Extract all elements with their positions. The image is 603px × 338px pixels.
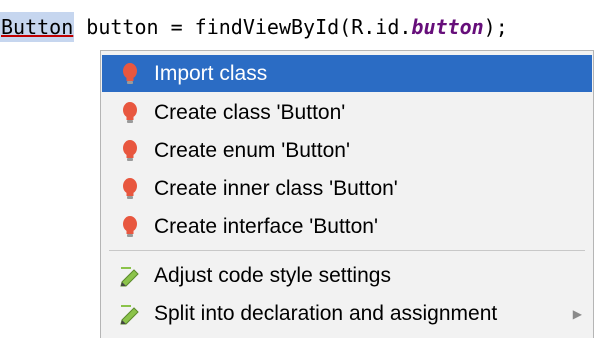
menu-item-label: Import class: [154, 61, 268, 85]
pencil-icon: [118, 264, 142, 288]
menu-item-label: Adjust code style settings: [154, 263, 391, 287]
menu-item-adjust-code-style[interactable]: Adjust code style settings: [102, 257, 592, 294]
submenu-arrow-icon: ▶: [572, 306, 582, 321]
menu-item-create-interface[interactable]: Create interface 'Button': [102, 208, 592, 245]
unresolved-type-token[interactable]: Button: [0, 12, 75, 42]
menu-item-label: Create interface 'Button': [154, 214, 378, 238]
menu-item-create-class[interactable]: Create class 'Button': [102, 94, 592, 131]
intention-actions-popup: Import class Create class 'Button' Creat…: [100, 50, 594, 338]
code-text: button = findViewById(R.id.: [74, 15, 412, 39]
menu-item-label: Create enum 'Button': [154, 138, 350, 162]
menu-item-label: Create class 'Button': [154, 100, 346, 124]
bulb-icon: [118, 62, 142, 86]
menu-item-label: Create inner class 'Button': [154, 176, 398, 200]
code-line: Button button = findViewById(R.id.button…: [0, 12, 603, 42]
menu-item-create-enum[interactable]: Create enum 'Button': [102, 132, 592, 169]
bulb-icon: [118, 101, 142, 125]
menu-item-import-class[interactable]: Import class: [102, 55, 592, 92]
menu-item-split-declaration[interactable]: Split into declaration and assignment ▶: [102, 295, 592, 332]
field-token: button: [411, 15, 484, 39]
pencil-icon: [118, 302, 142, 326]
bulb-icon: [118, 139, 142, 163]
bulb-icon: [118, 215, 142, 239]
menu-item-create-inner-class[interactable]: Create inner class 'Button': [102, 170, 592, 207]
code-text-end: );: [483, 15, 508, 39]
bulb-icon: [118, 177, 142, 201]
menu-separator: [109, 250, 585, 251]
menu-item-label: Split into declaration and assignment: [154, 301, 498, 325]
